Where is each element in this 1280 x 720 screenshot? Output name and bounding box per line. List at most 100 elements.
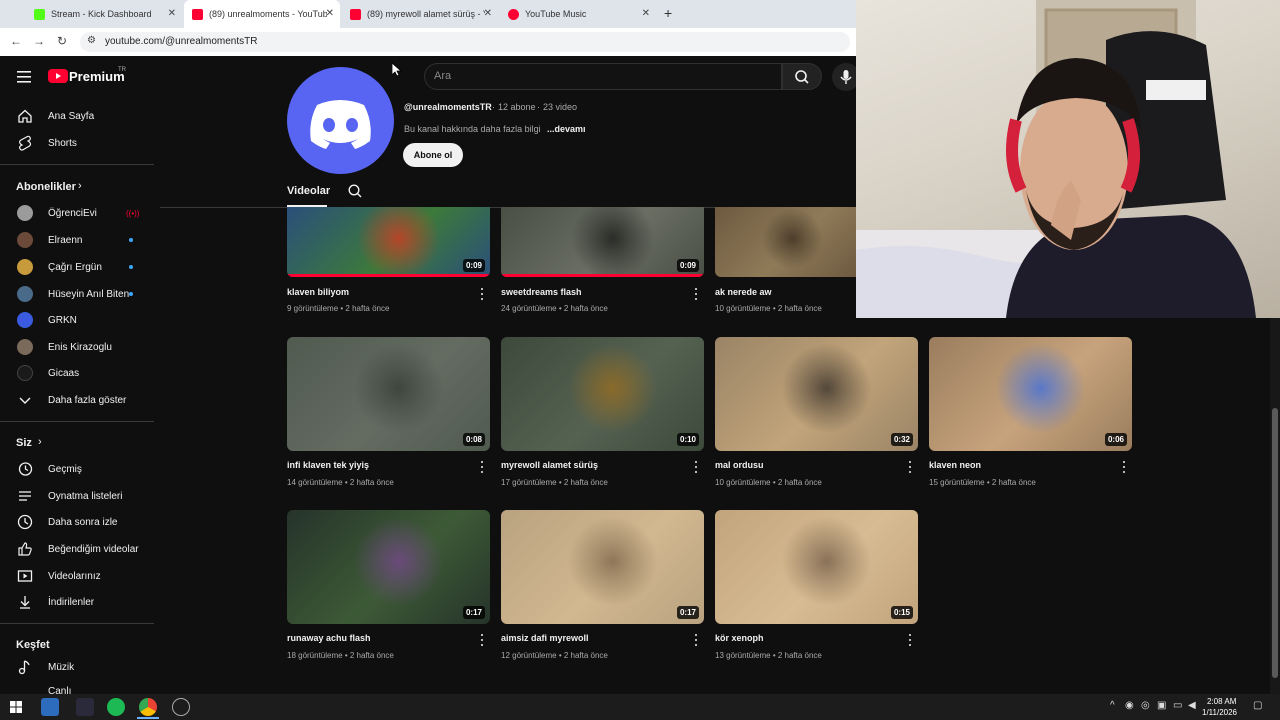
video-thumbnail[interactable]: 0:10 bbox=[501, 337, 704, 451]
search-button[interactable] bbox=[782, 63, 822, 90]
video-title[interactable]: mal ordusu bbox=[715, 460, 764, 470]
show-more-button[interactable]: Daha fazla göster bbox=[0, 387, 154, 413]
more-options-icon[interactable] bbox=[1120, 461, 1128, 473]
video-thumbnail[interactable]: 0:09 bbox=[501, 207, 704, 277]
video-card[interactable]: 0:09 klaven biliyom 9 görüntüleme • 2 ha… bbox=[287, 207, 490, 317]
more-options-icon[interactable] bbox=[692, 288, 700, 300]
more-link[interactable]: ...devamı bbox=[547, 124, 586, 134]
sidebar-item-home[interactable]: Ana Sayfa bbox=[0, 103, 154, 129]
tab-videos[interactable]: Videolar bbox=[287, 185, 330, 197]
chrome-icon[interactable] bbox=[139, 698, 157, 716]
search-box[interactable] bbox=[424, 63, 782, 90]
obs-icon[interactable] bbox=[172, 698, 190, 716]
channel-about[interactable]: Bu kanal hakkında daha fazla bilgi bbox=[404, 124, 541, 134]
youtube-premium-logo[interactable] bbox=[48, 69, 68, 88]
close-icon[interactable]: ✕ bbox=[168, 8, 176, 19]
menu-icon[interactable] bbox=[17, 70, 31, 83]
video-title[interactable]: aimsiz dafi myrewoll bbox=[501, 633, 589, 643]
clock-time[interactable]: 2:08 AM bbox=[1207, 697, 1236, 706]
video-thumbnail[interactable]: 0:32 bbox=[715, 337, 918, 451]
video-title[interactable]: sweetdreams flash bbox=[501, 287, 582, 297]
subscribe-button[interactable]: Abone ol bbox=[403, 143, 463, 167]
video-card[interactable]: 0:06 klaven neon 15 görüntüleme • 2 haft… bbox=[929, 337, 1132, 492]
sidebar-item-watch-later[interactable]: Daha sonra izle bbox=[0, 509, 154, 535]
sidebar-item-liked-videos[interactable]: Beğendiğim videolar bbox=[0, 536, 154, 562]
close-icon[interactable]: ✕ bbox=[326, 8, 334, 19]
sidebar-item-history[interactable]: Geçmiş bbox=[0, 456, 154, 482]
view-count: 12 görüntüleme bbox=[501, 651, 557, 660]
sidebar-item-elraenn[interactable]: Elraenn bbox=[0, 227, 154, 253]
video-thumbnail[interactable]: 0:15 bbox=[715, 510, 918, 624]
scrollbar-thumb[interactable] bbox=[1272, 408, 1278, 678]
video-title[interactable]: myrewoll alamet sürüş bbox=[501, 460, 598, 470]
close-icon[interactable]: ✕ bbox=[642, 8, 650, 19]
video-title[interactable]: runaway achu flash bbox=[287, 633, 371, 643]
more-options-icon[interactable] bbox=[478, 634, 486, 646]
bluetooth-icon[interactable]: ▣ bbox=[1157, 700, 1166, 711]
video-card[interactable]: 0:15 kör xenoph 13 görüntüleme • 2 hafta… bbox=[715, 510, 918, 665]
sidebar-item-shorts[interactable]: Shorts bbox=[0, 130, 154, 156]
browser-tab-youtube-video[interactable]: (89) myrewoll alamet sürüş - Yo ✕ bbox=[342, 0, 498, 28]
video-thumbnail[interactable]: 0:17 bbox=[287, 510, 490, 624]
video-card[interactable]: 0:32 mal ordusu 10 görüntüleme • 2 hafta… bbox=[715, 337, 918, 492]
sidebar-item-ogrencievi[interactable]: ÖğrenciEvi ((•)) bbox=[0, 200, 154, 226]
more-options-icon[interactable] bbox=[478, 288, 486, 300]
more-options-icon[interactable] bbox=[692, 461, 700, 473]
video-card[interactable]: 0:08 infi klaven tek yiyiş 14 görüntülem… bbox=[287, 337, 490, 492]
new-tab-button[interactable]: + bbox=[664, 5, 672, 21]
sidebar-item-your-videos[interactable]: Videolarınız bbox=[0, 563, 154, 589]
close-icon[interactable]: ✕ bbox=[484, 8, 492, 19]
notification-icon[interactable]: ▢ bbox=[1253, 700, 1262, 711]
search-input[interactable]: Ara bbox=[434, 70, 451, 82]
video-title[interactable]: klaven neon bbox=[929, 460, 981, 470]
more-options-icon[interactable] bbox=[478, 461, 486, 473]
windows-start-icon[interactable] bbox=[10, 700, 22, 718]
spotify-icon[interactable] bbox=[107, 698, 125, 716]
channel-search-icon[interactable] bbox=[347, 183, 363, 204]
forward-icon[interactable]: → bbox=[33, 34, 45, 48]
sidebar-item-huseyin-anil-biten[interactable]: Hüseyin Anıl Biten bbox=[0, 281, 154, 307]
steam-tray-icon[interactable]: ◎ bbox=[1141, 700, 1150, 711]
reload-icon[interactable]: ↻ bbox=[57, 34, 67, 48]
video-card[interactable]: ak nerede aw 10 görüntüleme • 2 hafta ön… bbox=[715, 207, 856, 317]
video-thumbnail[interactable]: 0:17 bbox=[501, 510, 704, 624]
tray-overflow-icon[interactable]: ^ bbox=[1110, 700, 1115, 711]
more-options-icon[interactable] bbox=[906, 461, 914, 473]
browser-tab-kick[interactable]: Stream - Kick Dashboard ✕ bbox=[26, 0, 182, 28]
video-thumbnail[interactable]: 0:09 bbox=[287, 207, 490, 277]
sidebar-item-downloads[interactable]: İndirilenler bbox=[0, 589, 154, 615]
video-thumbnail[interactable]: 0:06 bbox=[929, 337, 1132, 451]
video-title[interactable]: kör xenoph bbox=[715, 633, 764, 643]
sidebar-item-grkn[interactable]: GRKN bbox=[0, 307, 154, 333]
video-card[interactable]: 0:09 sweetdreams flash 24 görüntüleme • … bbox=[501, 207, 704, 317]
channel-avatar[interactable] bbox=[287, 67, 394, 174]
network-icon[interactable]: ▭ bbox=[1173, 700, 1182, 711]
video-title[interactable]: klaven biliyom bbox=[287, 287, 349, 297]
browser-tab-youtube-music[interactable]: YouTube Music ✕ bbox=[500, 0, 656, 28]
site-info-icon[interactable]: ⚙ bbox=[87, 35, 96, 46]
subscriptions-header[interactable]: Abonelikler › bbox=[0, 178, 154, 196]
discord-tray-icon[interactable]: ◉ bbox=[1125, 700, 1134, 711]
app-icon[interactable] bbox=[76, 698, 94, 716]
video-title[interactable]: ak nerede aw bbox=[715, 287, 772, 297]
sidebar-item-live[interactable]: Canlı bbox=[0, 681, 154, 694]
video-thumbnail[interactable]: 0:08 bbox=[287, 337, 490, 451]
app-icon[interactable] bbox=[41, 698, 59, 716]
sidebar-item-gicaas[interactable]: Gicaas bbox=[0, 360, 154, 386]
sidebar-item-playlists[interactable]: Oynatma listeleri bbox=[0, 483, 154, 509]
volume-icon[interactable]: ◀ bbox=[1188, 700, 1196, 711]
clock-date[interactable]: 1/11/2026 bbox=[1202, 708, 1237, 717]
video-thumbnail[interactable] bbox=[715, 207, 856, 277]
sidebar-item-cagri-ergun[interactable]: Çağrı Ergün bbox=[0, 254, 154, 280]
more-options-icon[interactable] bbox=[692, 634, 700, 646]
video-card[interactable]: 0:17 runaway achu flash 18 görüntüleme •… bbox=[287, 510, 490, 665]
you-header[interactable]: Siz › bbox=[0, 434, 154, 452]
video-card[interactable]: 0:10 myrewoll alamet sürüş 17 görüntülem… bbox=[501, 337, 704, 492]
browser-tab-youtube-channel[interactable]: (89) unrealmoments - YouTube ✕ bbox=[184, 0, 340, 28]
video-title[interactable]: infi klaven tek yiyiş bbox=[287, 460, 369, 470]
back-icon[interactable]: ← bbox=[10, 34, 22, 48]
sidebar-item-music[interactable]: Müzik bbox=[0, 654, 154, 680]
more-options-icon[interactable] bbox=[906, 634, 914, 646]
sidebar-item-enis-kirazoglu[interactable]: Enis Kirazoglu bbox=[0, 334, 154, 360]
video-card[interactable]: 0:17 aimsiz dafi myrewoll 12 görüntüleme… bbox=[501, 510, 704, 665]
